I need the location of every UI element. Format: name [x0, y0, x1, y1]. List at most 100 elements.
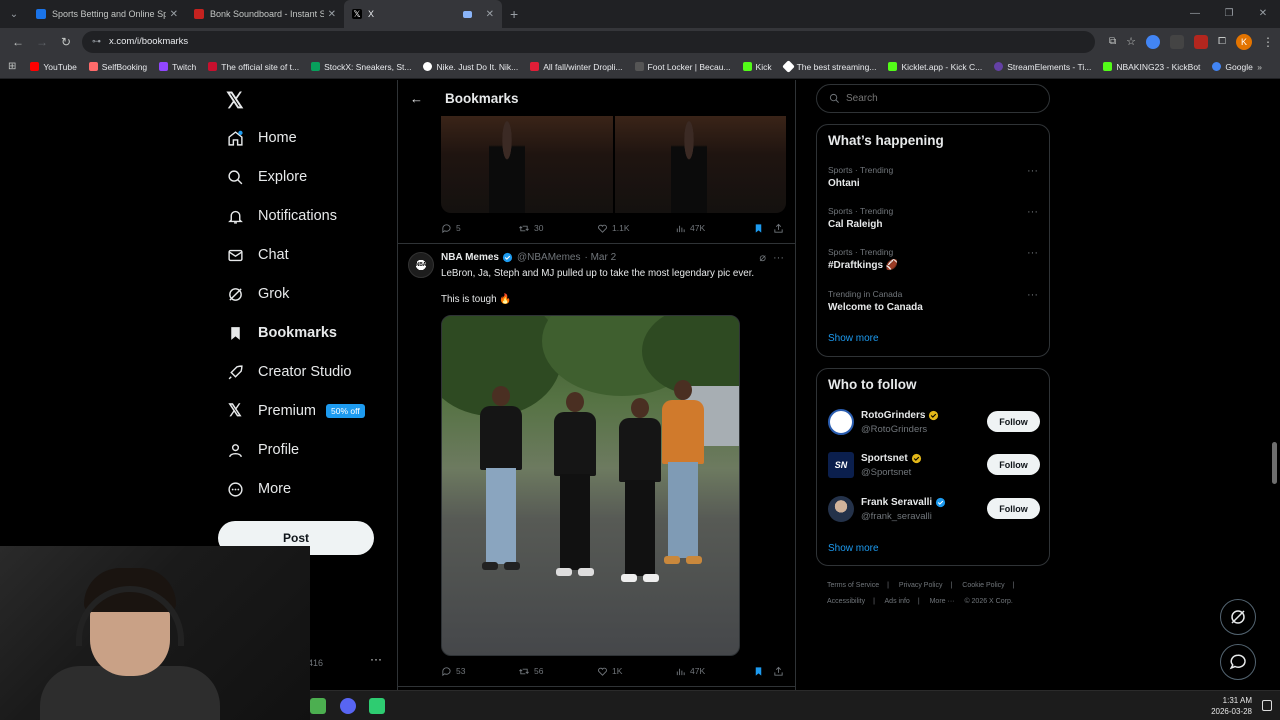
bookmark-button[interactable]	[753, 666, 768, 677]
bookmark-item[interactable]: Kick	[742, 62, 772, 72]
avatar[interactable]	[828, 409, 854, 435]
sidebar-item-premium[interactable]: 𝕏 Premium 50% off	[226, 396, 365, 426]
search-input[interactable]	[846, 93, 1026, 104]
bookmark-item[interactable]: YouTube	[30, 62, 77, 72]
close-window-icon[interactable]: ✕	[1246, 0, 1280, 28]
app-icon[interactable]	[310, 698, 326, 714]
close-icon[interactable]: ✕	[486, 9, 494, 20]
extension-icon[interactable]	[1146, 34, 1160, 49]
profile-avatar[interactable]: K	[1236, 33, 1252, 50]
sidebar-item-grok[interactable]: Grok	[226, 279, 289, 309]
site-info-icon[interactable]: ⊶	[92, 36, 101, 47]
page-scrollbar[interactable]	[1272, 442, 1277, 484]
restore-icon[interactable]: ❐	[1212, 0, 1246, 28]
bookmark-item[interactable]: All fall/winter Dropli...	[530, 62, 623, 72]
follow-suggestion[interactable]: SN Sportsnet @Sportsnet Follow	[828, 452, 1040, 480]
tweet-more-icon[interactable]: ···	[773, 252, 784, 264]
repost-button[interactable]: 56	[518, 666, 543, 677]
bookmark-item[interactable]: Twitch	[159, 62, 196, 72]
bookmarks-overflow-icon[interactable]: »	[1257, 62, 1262, 72]
minimize-icon[interactable]: —	[1178, 0, 1212, 28]
views-button[interactable]: 47K	[675, 223, 705, 234]
like-button[interactable]: 1.1K	[597, 223, 630, 234]
bookmark-item[interactable]: NBAKING23 - KickBot	[1103, 62, 1200, 72]
grok-icon[interactable]: ⌀	[759, 251, 766, 264]
grok-floating-button[interactable]	[1220, 599, 1256, 635]
follow-button[interactable]: Follow	[987, 411, 1040, 432]
reply-button[interactable]: 5	[441, 223, 461, 234]
cast-icon[interactable]: ⧉	[1109, 36, 1116, 47]
browser-tab[interactable]: Sports Betting and Online Spor ✕	[28, 0, 186, 28]
apps-grid-icon[interactable]: ⊞	[8, 61, 16, 72]
share-button[interactable]	[773, 223, 788, 234]
back-icon[interactable]: ←	[6, 35, 30, 49]
close-icon[interactable]: ✕	[170, 9, 178, 20]
author-handle[interactable]: @NBAMemes	[517, 252, 581, 263]
bookmark-item[interactable]: StockX: Sneakers, St...	[311, 62, 411, 72]
trend-more-icon[interactable]: ···	[1027, 289, 1038, 301]
bookmark-item[interactable]: Nike. Just Do It. Nik...	[423, 62, 518, 72]
sidebar-item-home[interactable]: Home	[226, 123, 297, 153]
follow-button[interactable]: Follow	[987, 498, 1040, 519]
tab-search-icon[interactable]: ⌄	[0, 0, 28, 28]
close-icon[interactable]: ✕	[328, 9, 336, 20]
reload-icon[interactable]: ↻	[54, 35, 78, 49]
x-logo-icon[interactable]: 𝕏	[226, 88, 244, 114]
browser-tab-active[interactable]: 𝕏 X ✕	[344, 0, 502, 28]
trend-more-icon[interactable]: ···	[1027, 165, 1038, 177]
avatar[interactable]	[828, 496, 854, 522]
bookmark-item[interactable]: Google	[1212, 62, 1253, 72]
trend-item[interactable]: Sports · Trending Cal Raleigh ···	[828, 206, 1038, 230]
app-icon[interactable]	[369, 698, 385, 714]
footer-link[interactable]: Ads info	[885, 598, 910, 605]
sidebar-item-bookmarks[interactable]: Bookmarks	[226, 318, 337, 348]
like-button[interactable]: 1K	[597, 666, 622, 677]
bookmark-button[interactable]	[753, 223, 768, 234]
repost-button[interactable]: 30	[518, 223, 543, 234]
footer-link[interactable]: Terms of Service	[827, 582, 879, 589]
bookmark-item[interactable]: Kicklet.app - Kick C...	[888, 62, 982, 72]
search-box[interactable]	[816, 84, 1050, 113]
author-name[interactable]: NBA Memes	[441, 252, 499, 263]
footer-link[interactable]: Accessibility	[827, 598, 865, 605]
browser-tab[interactable]: Bonk Soundboard - Instant Sou ✕	[186, 0, 344, 28]
star-icon[interactable]: ☆	[1126, 35, 1136, 48]
tweet-media[interactable]	[441, 116, 786, 213]
bookmark-item[interactable]: The official site of t...	[208, 62, 299, 72]
avatar[interactable]: NBA	[408, 252, 434, 278]
sidebar-item-creator-studio[interactable]: Creator Studio	[226, 357, 352, 387]
trend-item[interactable]: Trending in Canada Welcome to Canada ···	[828, 289, 1038, 313]
account-menu-icon[interactable]: ···	[370, 652, 382, 666]
bookmark-item[interactable]: StreamElements - Ti...	[994, 62, 1091, 72]
share-button[interactable]	[773, 666, 788, 677]
follow-suggestion[interactable]: Frank Seravalli @frank_seravalli Follow	[828, 496, 1040, 524]
sidebar-item-profile[interactable]: Profile	[226, 435, 299, 465]
bookmark-item[interactable]: The best streaming...	[781, 60, 876, 73]
trend-item[interactable]: Sports · Trending #Draftkings 🏈 ···	[828, 247, 1038, 271]
new-tab-button[interactable]: +	[510, 6, 518, 22]
footer-link[interactable]: Privacy Policy	[899, 582, 943, 589]
sidebar-item-notifications[interactable]: Notifications	[226, 201, 337, 231]
follow-suggestion[interactable]: RotoGrinders @RotoGrinders Follow	[828, 409, 1040, 437]
follow-button[interactable]: Follow	[987, 454, 1040, 475]
notification-icon[interactable]	[1262, 700, 1272, 711]
trend-item[interactable]: Sports · Trending Ohtani ···	[828, 165, 1038, 189]
bookmark-item[interactable]: Foot Locker | Becau...	[634, 62, 731, 72]
sidebar-item-more[interactable]: More	[226, 474, 291, 504]
messages-floating-button[interactable]	[1220, 644, 1256, 680]
bookmark-item[interactable]: SelfBooking	[88, 62, 147, 72]
extension-icon[interactable]	[1194, 34, 1208, 49]
extensions-puzzle-icon[interactable]: ⧠	[1218, 36, 1226, 47]
trend-more-icon[interactable]: ···	[1027, 247, 1038, 259]
sidebar-item-explore[interactable]: Explore	[226, 162, 307, 192]
trend-more-icon[interactable]: ···	[1027, 206, 1038, 218]
avatar[interactable]: SN	[828, 452, 854, 478]
tweet-photo[interactable]	[441, 315, 740, 656]
system-clock[interactable]: 1:31 AM 2026-03-28	[1211, 695, 1252, 717]
sidebar-item-chat[interactable]: Chat	[226, 240, 289, 270]
reply-button[interactable]: 53	[441, 666, 465, 677]
discord-icon[interactable]	[340, 698, 356, 714]
tweet-date[interactable]: · Mar 2	[584, 252, 616, 263]
show-more-link[interactable]: Show more	[828, 543, 879, 554]
media-image[interactable]	[441, 116, 613, 213]
